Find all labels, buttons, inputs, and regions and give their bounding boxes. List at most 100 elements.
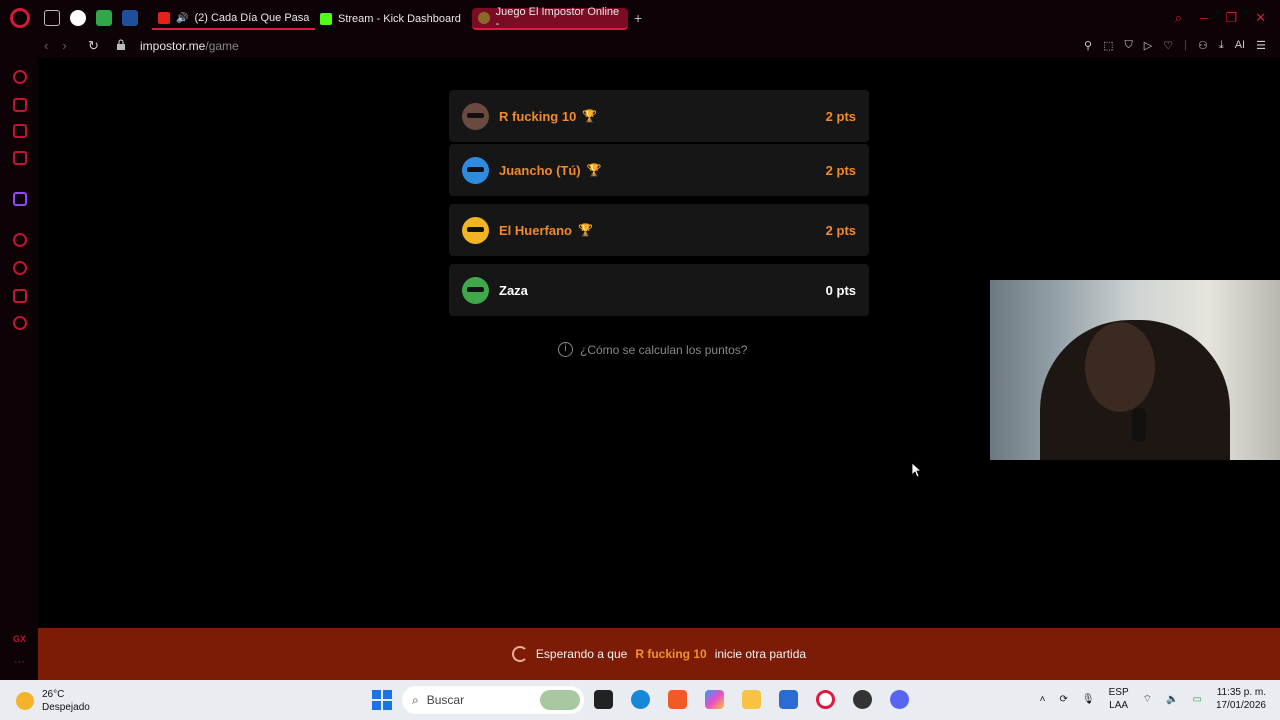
tab-youtube[interactable]: 🔊 (2) Cada Día Que Pasa — [152, 8, 316, 30]
player-avatar-icon — [462, 276, 489, 304]
url-field[interactable]: impostor.me/game — [140, 39, 239, 53]
weather-sun-icon — [16, 692, 34, 710]
copilot-icon[interactable] — [705, 690, 724, 709]
more-icon[interactable]: ··· — [14, 656, 25, 668]
impostor-icon — [478, 12, 490, 24]
wifi-icon[interactable]: ⌔ — [1143, 693, 1152, 706]
mouse-cursor-icon — [912, 463, 922, 478]
mic-icon[interactable]: 🎙 — [1082, 694, 1095, 705]
gx-label[interactable]: GX — [13, 634, 26, 644]
chevron-up-icon[interactable]: ˄ — [1040, 694, 1046, 705]
player-row: El Huerfano 🏆 2 pts — [449, 204, 869, 256]
trophy-icon: 🏆 — [577, 223, 593, 237]
weather-widget[interactable]: 26°C Despejado — [16, 688, 90, 714]
url-path: /game — [205, 39, 239, 53]
language-indicator[interactable]: ESP LAA — [1109, 686, 1129, 712]
search-icon[interactable]: ⌕ — [1175, 10, 1182, 26]
reload-icon[interactable]: ↻ — [88, 38, 99, 54]
player-avatar-icon — [462, 216, 489, 244]
status-suffix: inicie otra partida — [714, 647, 807, 661]
search-placeholder: Buscar — [426, 693, 465, 707]
heart-icon[interactable]: ♡ — [1163, 39, 1173, 52]
record-tab-icon[interactable] — [70, 10, 86, 26]
shield-icon[interactable]: ⛉ — [1125, 39, 1133, 52]
close-button[interactable]: ✕ — [1255, 10, 1266, 26]
outlook-icon[interactable] — [779, 690, 798, 709]
opera-logo-icon[interactable] — [10, 8, 30, 28]
volume-icon[interactable]: 🔈 — [1166, 694, 1178, 705]
extensions-icon[interactable] — [13, 289, 27, 303]
settings-icon[interactable] — [13, 316, 27, 330]
pin-icon[interactable]: ⚲ — [1084, 39, 1092, 52]
player-name: R fucking 10 — [499, 108, 577, 124]
youtube-icon — [158, 12, 170, 24]
minimize-button[interactable]: – — [1200, 10, 1207, 26]
edge-icon[interactable] — [631, 690, 650, 709]
player-points: 2 pts — [825, 162, 856, 178]
account-icon[interactable]: ⚇ — [1198, 39, 1208, 52]
sheets-tab-icon[interactable] — [96, 10, 112, 26]
new-tab-button[interactable]: + — [634, 10, 642, 26]
forward-icon[interactable]: › — [62, 38, 66, 53]
kick-icon — [320, 13, 332, 25]
webcam-overlay — [990, 280, 1280, 460]
player-name: Juancho (Tú) — [499, 162, 581, 178]
windows-start-icon[interactable] — [372, 690, 392, 710]
opera-gx-icon[interactable] — [816, 690, 835, 709]
clock[interactable]: 11:35 p. m. 17/01/2026 — [1216, 686, 1266, 712]
speed-dial-icon[interactable] — [13, 70, 27, 84]
player-points: 2 pts — [825, 108, 856, 124]
bag-icon[interactable] — [13, 98, 27, 112]
lang-1: ESP — [1108, 687, 1129, 698]
taskbar-apps — [594, 690, 909, 709]
restore-button[interactable]: ❐ — [1225, 10, 1237, 26]
snapshot-icon[interactable]: ⬚ — [1103, 39, 1113, 52]
clock-time: 11:35 p. m. — [1216, 687, 1266, 698]
messenger-icon[interactable] — [13, 151, 27, 165]
task-view-icon[interactable] — [594, 690, 613, 709]
twitch-icon[interactable] — [13, 192, 27, 206]
weather-temp: 26°C — [42, 689, 65, 700]
player-icon[interactable] — [13, 233, 27, 247]
player-row: Juancho (Tú) 🏆 2 pts — [449, 144, 869, 196]
ai-button[interactable]: AI — [1235, 39, 1245, 52]
download-icon[interactable]: ⤓ — [1219, 39, 1224, 52]
file-explorer-icon[interactable] — [742, 690, 761, 709]
lang-2: LAA — [1109, 700, 1129, 711]
back-icon[interactable]: ‹ — [44, 38, 48, 53]
menu-icon[interactable]: ☰ — [1256, 39, 1266, 52]
brave-icon[interactable] — [668, 690, 687, 709]
player-row: Zaza 0 pts — [449, 264, 869, 316]
history-icon[interactable] — [13, 261, 27, 275]
toolbar: ⚲ ⬚ ⛉ ▷ ♡ | ⚇ ⤓ AI ☰ — [1084, 39, 1266, 52]
obs-icon[interactable] — [853, 690, 872, 709]
tab-kick[interactable]: Stream - Kick Dashboard — [314, 8, 467, 30]
points-help-text: ¿Cómo se calculan los puntos? — [580, 342, 748, 357]
gamepad-tab-icon[interactable] — [44, 10, 60, 26]
url-host: impostor.me — [140, 39, 206, 53]
streamer-head — [1085, 322, 1155, 412]
weather-desc: Despejado — [42, 702, 90, 713]
play-icon[interactable]: ▷ — [1144, 39, 1152, 52]
search-highlight-icon — [540, 690, 580, 710]
tab-label: Juego El Impostor Online - — [495, 6, 620, 30]
battery-icon[interactable]: ▭ — [1192, 694, 1201, 705]
taskbar-search[interactable]: ⌕ Buscar — [402, 686, 584, 714]
discord-icon[interactable] — [890, 690, 909, 709]
tab-label: Stream - Kick Dashboard — [338, 13, 461, 25]
calendar-tab-icon[interactable] — [122, 10, 138, 26]
loading-spinner-icon — [511, 646, 528, 662]
tab-impostor[interactable]: Juego El Impostor Online - — [472, 6, 628, 30]
speaker-icon[interactable]: 🔊 — [176, 13, 188, 24]
sidebar: GX ··· — [0, 58, 38, 680]
waiting-status-bar: Esperando a que R fucking 10 inicie otra… — [38, 628, 1280, 680]
player-name: Zaza — [499, 282, 528, 298]
lock-icon — [117, 39, 125, 50]
wallet-icon[interactable] — [13, 124, 27, 138]
sync-icon[interactable]: ⟳ — [1060, 694, 1068, 705]
points-help-link[interactable]: i ¿Cómo se calculan los puntos? — [558, 342, 747, 357]
pinned-tabs — [44, 10, 138, 26]
info-icon: i — [558, 342, 573, 357]
microphone — [1132, 408, 1146, 442]
system-tray: ˄ ⟳ 🎙 ESP LAA ⌔ 🔈 ▭ 11:35 p. m. 17/01/20… — [1040, 686, 1266, 712]
